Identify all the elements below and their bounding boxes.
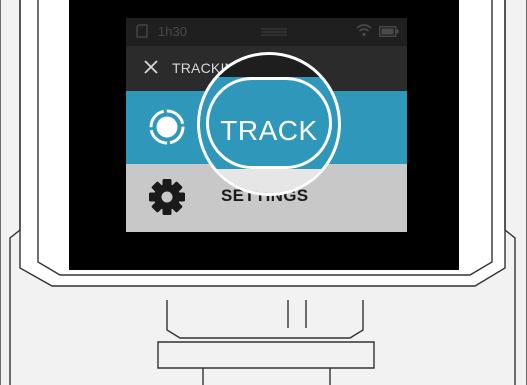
target-icon	[149, 109, 185, 145]
gear-icon	[149, 179, 185, 215]
magnifier-settings-band	[200, 169, 338, 193]
magnifier-header-band	[200, 55, 338, 77]
recording-time: 1h30	[158, 24, 187, 39]
zoom-magnifier: TRACK	[197, 52, 341, 196]
close-icon[interactable]	[143, 59, 159, 75]
battery-icon	[379, 26, 399, 37]
track-label: TRACK	[220, 115, 318, 146]
wifi-icon	[356, 24, 372, 37]
drag-handle-icon[interactable]	[261, 28, 287, 36]
sd-card-icon	[136, 24, 148, 38]
status-bar: 1h30	[126, 18, 407, 46]
